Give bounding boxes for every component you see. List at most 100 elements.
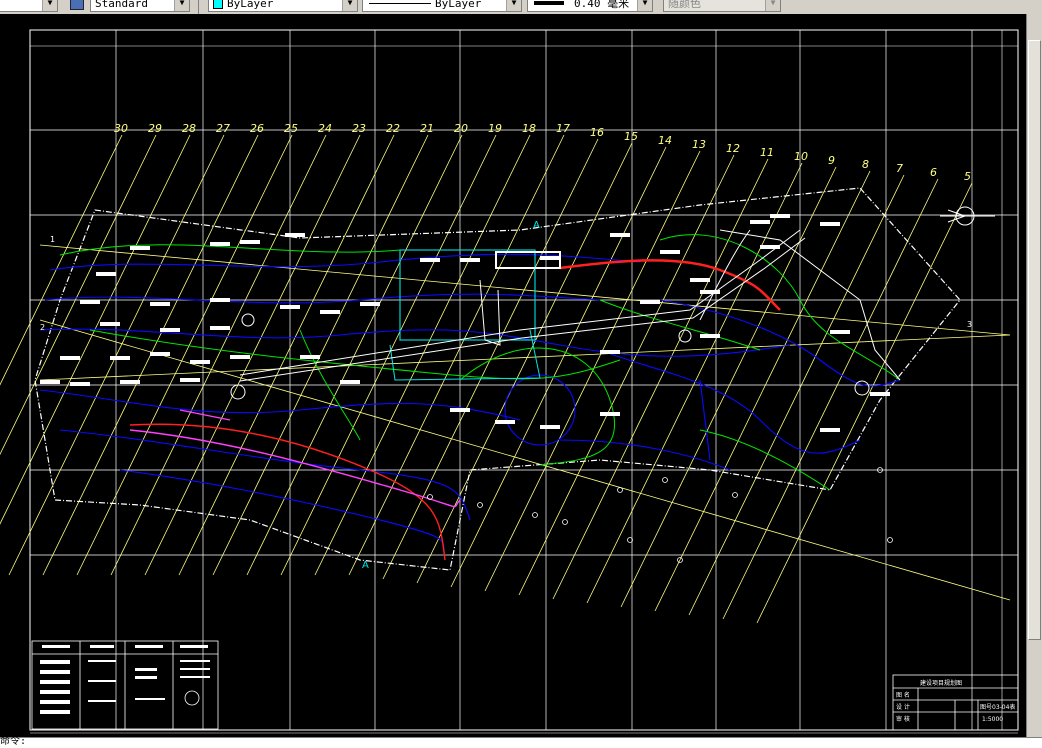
point-label-block: [210, 242, 230, 246]
point-label-block: [700, 290, 720, 294]
section-label: 11: [760, 146, 774, 159]
point-label-block: [600, 412, 620, 416]
title-row-label: 设 计: [896, 703, 910, 711]
scrollbar-thumb[interactable]: [1028, 40, 1041, 640]
point-label-block: [120, 380, 140, 384]
title-row-label: 图 名: [896, 691, 910, 699]
vertical-scrollbar[interactable]: [1026, 14, 1042, 737]
lineweight-control-dropdown[interactable]: 0.40 毫米 ▼: [527, 0, 653, 12]
section-line: [416, 142, 633, 584]
point-label-block: [190, 360, 210, 364]
section-mark: A: [362, 560, 369, 571]
chevron-down-icon[interactable]: ▼: [342, 0, 357, 11]
section-label: 21: [420, 122, 434, 135]
point-label-block: [610, 233, 630, 237]
chevron-down-icon[interactable]: ▼: [174, 0, 189, 11]
linetype-value: ByLayer: [435, 0, 482, 10]
point-label-block: [210, 326, 230, 330]
toolbar-separator: [198, 0, 199, 14]
point-label-block: [80, 300, 100, 304]
section-label: 18: [522, 122, 536, 135]
point-label-block: [96, 272, 116, 276]
point-label-block: [280, 305, 300, 309]
point-labels: [40, 214, 890, 432]
point-label-block: [130, 246, 150, 250]
section-line: [348, 134, 565, 576]
section-label: 10: [794, 150, 808, 163]
section-line: [552, 158, 769, 600]
section-label: 12: [726, 142, 740, 155]
row-marker: 1: [50, 235, 55, 244]
workspace-dropdown[interactable]: ▼: [0, 0, 58, 12]
survey-points: [427, 467, 893, 563]
section-label: 15: [624, 130, 638, 143]
title-block-text: 建设项目规划图 图 名 设 计 审 核 图号03-04表 1:5000: [896, 679, 1015, 723]
section-label: 17: [556, 122, 570, 135]
chevron-down-icon[interactable]: ▼: [506, 0, 521, 11]
text-style-manager-icon[interactable]: [70, 0, 84, 10]
point-label-block: [450, 408, 470, 412]
project-title: 建设项目规划图: [920, 679, 962, 687]
survey-point: [617, 487, 623, 493]
plot-style-dropdown: 随颜色 ▼: [663, 0, 781, 12]
section-label: 29: [148, 122, 162, 135]
point-label-block: [340, 380, 360, 384]
section-label: 23: [352, 122, 366, 135]
road-corridor: [239, 229, 901, 382]
section-line: [314, 134, 531, 576]
point-label-block: [660, 250, 680, 254]
point-label-block: [760, 245, 780, 249]
point-label-block: [820, 428, 840, 432]
section-label: 22: [386, 122, 400, 135]
chevron-down-icon[interactable]: ▼: [42, 0, 57, 11]
point-label-block: [600, 350, 620, 354]
section-label: 7: [896, 162, 903, 175]
color-control-dropdown[interactable]: ByLayer ▼: [208, 0, 358, 12]
lineweight-value: 0.40 毫米: [574, 0, 630, 10]
section-label: 24: [318, 122, 332, 135]
chevron-down-icon[interactable]: ▼: [637, 0, 652, 11]
section-line: [722, 178, 939, 620]
plot-style-value: 随颜色: [668, 0, 701, 10]
layer-color-swatch: [213, 0, 223, 9]
section-label: 9: [828, 154, 835, 167]
section-line: [756, 182, 973, 624]
linetype-control-dropdown[interactable]: ByLayer ▼: [362, 0, 522, 12]
drawing-scale: 1:5000: [982, 716, 1003, 723]
drawing-viewport[interactable]: 30 29 28 27 26 25 24 23 22 21 20 19 18 17 16 15 14 13 12 11…: [0, 14, 1026, 737]
section-label: 25: [284, 122, 298, 135]
section-label: 26: [250, 122, 264, 135]
drawing-number: 图号03-04表: [980, 703, 1015, 711]
text-style-dropdown[interactable]: Standard ▼: [90, 0, 190, 12]
color-value: ByLayer: [227, 0, 274, 10]
point-label-block: [180, 378, 200, 382]
command-line[interactable]: 命令:: [0, 737, 1042, 748]
point-label-block: [70, 382, 90, 386]
section-label: 27: [216, 122, 230, 135]
section-label: 6: [930, 166, 937, 179]
point-label-block: [690, 278, 710, 282]
point-label-block: [540, 256, 560, 260]
point-label-block: [160, 328, 180, 332]
text-style-value: Standard: [95, 0, 148, 10]
coordinate-grid: [29, 30, 1018, 730]
command-prompt: 命令:: [0, 736, 27, 747]
survey-point: [477, 502, 483, 508]
point-label-block: [540, 425, 560, 429]
point-label-block: [495, 420, 515, 424]
point-label-block: [870, 392, 890, 396]
section-labels: 30 29 28 27 26 25 24 23 22 21 20 19 18 17 16 15 14 13 12 11…: [114, 122, 971, 183]
point-label-block: [700, 334, 720, 338]
section-mark: A: [533, 220, 540, 231]
section-marks: A A: [362, 220, 540, 571]
point-label-block: [820, 222, 840, 226]
section-line: [8, 134, 225, 576]
site-plan-drawing: 30 29 28 27 26 25 24 23 22 21 20 19 18 17 16 15 14 13 12 11…: [0, 29, 1019, 734]
section-label: 5: [964, 170, 971, 183]
point-label-block: [460, 258, 480, 262]
north-arrow-icon: [940, 206, 995, 226]
point-label-block: [300, 355, 320, 359]
outer-frame: [29, 29, 1019, 731]
title-row-label: 审 核: [896, 715, 910, 723]
point-label-block: [750, 220, 770, 224]
